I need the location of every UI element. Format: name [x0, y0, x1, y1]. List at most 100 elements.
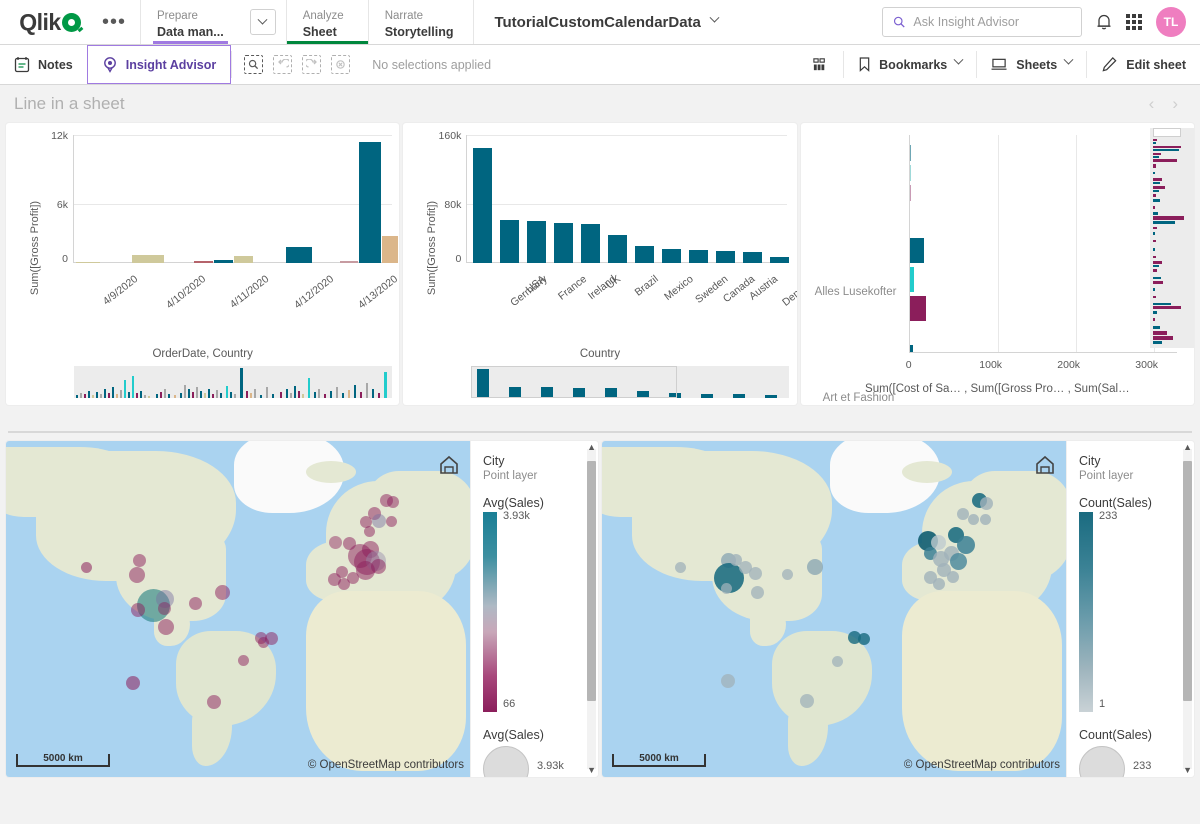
- bar[interactable]: [527, 221, 547, 263]
- map-avg-sales[interactable]: 5000 km © OpenStreetMap contributors Cit…: [6, 441, 598, 777]
- bar[interactable]: [635, 246, 655, 263]
- bookmarks-button[interactable]: Bookmarks: [844, 45, 976, 84]
- bar[interactable]: [359, 142, 381, 263]
- chart-orderdate-country[interactable]: Sum([Gross Profit]) 0 6k 12k 4/9/2020 4/…: [6, 123, 400, 405]
- chart1-plot[interactable]: [73, 135, 398, 263]
- sheets-button[interactable]: Sheets: [977, 45, 1086, 84]
- map-point[interactable]: [371, 559, 386, 574]
- search-input[interactable]: [913, 15, 1071, 29]
- bar[interactable]: [909, 185, 912, 201]
- notes-button[interactable]: Notes: [0, 45, 87, 84]
- map-count-sales[interactable]: 5000 km © OpenStreetMap contributors Cit…: [602, 441, 1194, 777]
- home-icon[interactable]: [1034, 455, 1056, 475]
- app-launcher-button[interactable]: [1126, 14, 1142, 30]
- legend-scrollbar[interactable]: [1183, 449, 1192, 769]
- map-point[interactable]: [721, 583, 732, 594]
- chart-customer-measures[interactable]: Alles Lusekofter Art et Fashion 0 100k 2…: [800, 123, 1194, 405]
- bar[interactable]: [909, 267, 914, 292]
- map-point[interactable]: [832, 656, 843, 667]
- map-point[interactable]: [215, 585, 230, 600]
- chevron-right-icon[interactable]: ›: [1172, 94, 1178, 114]
- bar[interactable]: [581, 224, 601, 263]
- scroll-up-icon[interactable]: ▲: [587, 442, 596, 452]
- ellipsis-icon[interactable]: •••: [100, 0, 140, 44]
- bar[interactable]: [194, 261, 213, 263]
- bar[interactable]: [554, 223, 574, 263]
- chevron-left-icon[interactable]: ‹: [1149, 94, 1155, 114]
- map-point[interactable]: [329, 536, 342, 549]
- chart3-plot[interactable]: [908, 135, 1177, 353]
- map-point[interactable]: [933, 578, 945, 590]
- home-icon[interactable]: [438, 455, 460, 475]
- map-point[interactable]: [751, 586, 764, 599]
- edit-sheet-button[interactable]: Edit sheet: [1087, 45, 1200, 84]
- nav-analyze[interactable]: Analyze Sheet: [285, 0, 368, 44]
- map-point[interactable]: [238, 655, 249, 666]
- app-title-dropdown[interactable]: TutorialCustomCalendarData: [473, 0, 737, 44]
- scroll-up-icon[interactable]: ▲: [1183, 442, 1192, 452]
- map-point[interactable]: [129, 567, 145, 583]
- map-point[interactable]: [947, 571, 959, 583]
- map-canvas-avg-sales[interactable]: 5000 km © OpenStreetMap contributors: [6, 441, 470, 777]
- bar[interactable]: [286, 247, 312, 263]
- map-point[interactable]: [807, 559, 823, 575]
- bar[interactable]: [909, 165, 911, 181]
- legend-scroll-thumb[interactable]: [1183, 461, 1192, 701]
- legend-scroll-thumb[interactable]: [587, 461, 596, 701]
- redo-icon[interactable]: [302, 55, 322, 74]
- map-point[interactable]: [133, 554, 146, 567]
- map-point[interactable]: [980, 497, 993, 510]
- chart1-scroll-minichart[interactable]: [74, 366, 392, 398]
- insight-advisor-search[interactable]: [882, 7, 1082, 37]
- chart3-scroll-minichart[interactable]: [1149, 128, 1194, 348]
- map-point[interactable]: [950, 553, 967, 570]
- chart-country[interactable]: Sum([Gross Profit]) 0 80k 160k Germany U…: [403, 123, 797, 405]
- legend-scrollbar[interactable]: [587, 449, 596, 769]
- map-point[interactable]: [81, 562, 92, 573]
- bar[interactable]: [689, 250, 709, 263]
- map-point[interactable]: [387, 496, 399, 508]
- clear-selections-icon[interactable]: [331, 55, 351, 74]
- map-point[interactable]: [749, 567, 762, 580]
- map-point[interactable]: [957, 536, 975, 554]
- scroll-down-icon[interactable]: ▼: [587, 765, 596, 775]
- qlik-logo[interactable]: Qlik: [0, 0, 100, 44]
- undo-icon[interactable]: [273, 55, 293, 74]
- bar[interactable]: [743, 252, 763, 263]
- scroll-down-icon[interactable]: ▼: [1183, 765, 1192, 775]
- map-point[interactable]: [386, 516, 397, 527]
- map-point[interactable]: [721, 674, 735, 688]
- insight-advisor-button[interactable]: Insight Advisor: [86, 45, 232, 84]
- bar[interactable]: [909, 238, 924, 263]
- map-point[interactable]: [265, 632, 278, 645]
- map-point[interactable]: [980, 514, 991, 525]
- chart3-scroll-handle[interactable]: [1152, 128, 1181, 137]
- bar[interactable]: [382, 236, 398, 263]
- map-point[interactable]: [782, 569, 793, 580]
- avatar[interactable]: TL: [1156, 7, 1186, 37]
- map-point[interactable]: [372, 514, 386, 528]
- map-point[interactable]: [131, 603, 145, 617]
- map-point[interactable]: [858, 633, 870, 645]
- map-point[interactable]: [364, 526, 375, 537]
- bar[interactable]: [340, 261, 358, 263]
- map-point[interactable]: [158, 602, 171, 615]
- bar[interactable]: [770, 257, 790, 263]
- chart2-plot[interactable]: [466, 135, 790, 263]
- sheet-overview-button[interactable]: [798, 45, 843, 84]
- map-point[interactable]: [158, 619, 174, 635]
- bar[interactable]: [662, 249, 682, 263]
- map-point[interactable]: [207, 695, 221, 709]
- map-point[interactable]: [126, 676, 140, 690]
- bar[interactable]: [909, 145, 911, 161]
- prepare-dropdown-button[interactable]: [249, 9, 276, 35]
- map-point[interactable]: [800, 694, 814, 708]
- notifications-button[interactable]: [1096, 13, 1112, 31]
- bar[interactable]: [76, 261, 100, 263]
- nav-prepare[interactable]: Prepare Data man...: [140, 0, 240, 44]
- selection-search-icon[interactable]: [244, 55, 264, 74]
- chart2-scroll-handle[interactable]: [471, 366, 678, 398]
- bar[interactable]: [214, 260, 233, 263]
- map-canvas-count-sales[interactable]: 5000 km © OpenStreetMap contributors: [602, 441, 1066, 777]
- bar[interactable]: [608, 235, 628, 263]
